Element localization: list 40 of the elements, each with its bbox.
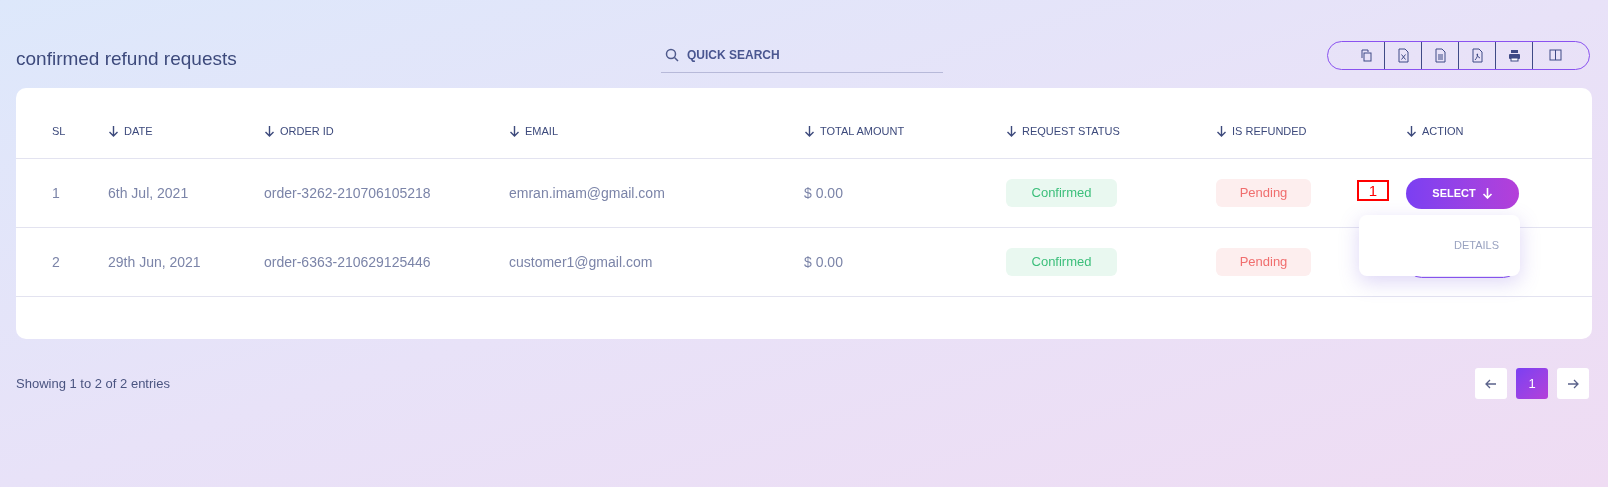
status-badge: Pending — [1216, 179, 1311, 207]
entries-info: Showing 1 to 2 of 2 entries — [16, 374, 170, 393]
page-button[interactable]: 1 — [1516, 368, 1548, 399]
annotation-label: 1 — [1357, 180, 1389, 201]
select-button[interactable]: SELECT — [1406, 177, 1519, 209]
spreadsheet-file-icon — [1395, 47, 1411, 63]
search-field[interactable]: QUICK SEARCH — [661, 37, 943, 73]
table-cell-text: order-6363-210629125446 — [264, 252, 432, 272]
pdf-file-icon — [1469, 47, 1485, 63]
status-badge: Confirmed — [1006, 179, 1117, 207]
column-header[interactable]: ORDER ID — [280, 122, 334, 140]
columns-icon — [1547, 47, 1563, 63]
status-badge: Confirmed — [1006, 248, 1117, 276]
status-badge: Pending — [1216, 248, 1311, 276]
column-header[interactable]: EMAIL — [525, 122, 558, 140]
column-header[interactable]: DATE — [124, 122, 153, 140]
column-header[interactable]: TOTAL AMOUNT — [820, 122, 905, 140]
column-header[interactable]: ACTION — [1422, 122, 1464, 140]
print-icon — [1506, 47, 1522, 63]
table-cell-text: 1 — [52, 183, 61, 203]
left-arrow-icon — [1485, 378, 1497, 389]
table-cell-text: 29th Jun, 2021 — [108, 252, 202, 272]
previous-page-button[interactable] — [1475, 368, 1507, 399]
table-cell-text: 2 — [52, 252, 61, 272]
table-cell-text: order-3262-210706105218 — [264, 183, 432, 203]
document-icon — [1432, 47, 1448, 63]
table-cell-text: $ 0.00 — [804, 183, 844, 203]
search-icon — [665, 48, 679, 62]
column-header[interactable]: REQUEST STATUS — [1022, 122, 1120, 140]
copy-icon — [1359, 47, 1375, 63]
next-page-button[interactable] — [1557, 368, 1589, 399]
page-title: confirmed refund requests — [16, 46, 238, 71]
column-header[interactable]: SL — [52, 122, 66, 140]
column-header[interactable]: IS REFUNDED — [1232, 122, 1307, 140]
down-arrow-icon — [1481, 187, 1493, 199]
table-cell-text: emran.imam@gmail.com — [509, 183, 666, 203]
table-cell-text: $ 0.00 — [804, 252, 844, 272]
right-arrow-icon — [1567, 378, 1579, 389]
table-cell-text: customer1@gmail.com — [509, 252, 654, 272]
table-cell-text: 6th Jul, 2021 — [108, 183, 190, 203]
